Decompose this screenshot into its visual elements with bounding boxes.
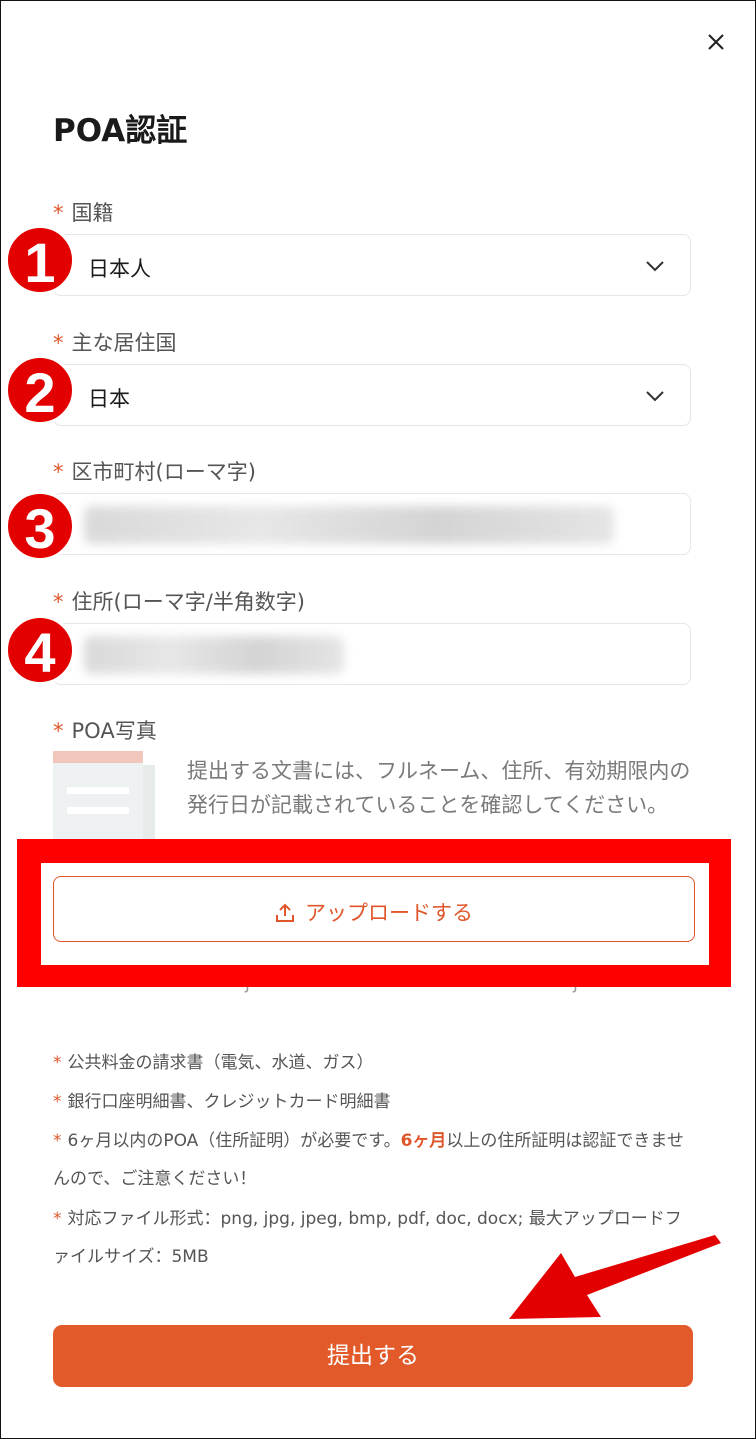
- chevron-down-icon: [646, 261, 664, 272]
- upload-button[interactable]: アップロードする: [53, 876, 695, 942]
- residence-country-label: * 主な居住国: [53, 331, 177, 355]
- redacted-value: [84, 506, 614, 544]
- nationality-select[interactable]: 日本人: [53, 234, 691, 296]
- poa-photo-label: * POA写真: [53, 719, 157, 743]
- step-badge-2: 2: [5, 355, 75, 425]
- arrow-annotation: [509, 1235, 721, 1319]
- poa-description: 提出する文書には、フルネーム、住所、有効期限内の発行日が記載されていることを確認…: [187, 759, 691, 817]
- dialog: POA認証 * 国籍 日本人 1 * 主な居住国 日本 2 * 区市町村(ローマ字) …: [0, 0, 756, 1439]
- document-icon: [53, 751, 155, 841]
- residence-country-value: 日本: [88, 387, 130, 411]
- upload-label: アップロードする: [305, 901, 473, 925]
- upload-icon: [276, 903, 294, 922]
- address-label: * 住所(ローマ字/半角数字): [53, 590, 305, 614]
- step-badge-1: 1: [5, 225, 75, 295]
- highlight-text: 6ヶ月: [400, 1131, 447, 1151]
- nationality-value: 日本人: [88, 257, 151, 281]
- submit-button[interactable]: 提出する: [53, 1325, 693, 1387]
- step-badge-3: 3: [5, 491, 75, 561]
- nationality-label: * 国籍: [53, 201, 114, 225]
- city-input[interactable]: [53, 493, 691, 555]
- redacted-value: [84, 636, 344, 674]
- city-label: * 区市町村(ローマ字): [53, 460, 256, 484]
- page-title: POA認証: [53, 113, 188, 149]
- close-icon[interactable]: [703, 29, 729, 55]
- hint-item: * 6ヶ月以内のPOA（住所証明）が必要です。6ヶ月以上の住所証明は認証できません…: [53, 1131, 684, 1189]
- residence-country-select[interactable]: 日本: [53, 364, 691, 426]
- address-input[interactable]: [53, 623, 691, 685]
- step-badge-4: 4: [5, 615, 75, 685]
- hint-item: * 公共料金の請求書（電気、水道、ガス）: [53, 1053, 374, 1073]
- hint-item: * 銀行口座明細書、クレジットカード明細書: [53, 1092, 391, 1112]
- chevron-down-icon: [646, 391, 664, 402]
